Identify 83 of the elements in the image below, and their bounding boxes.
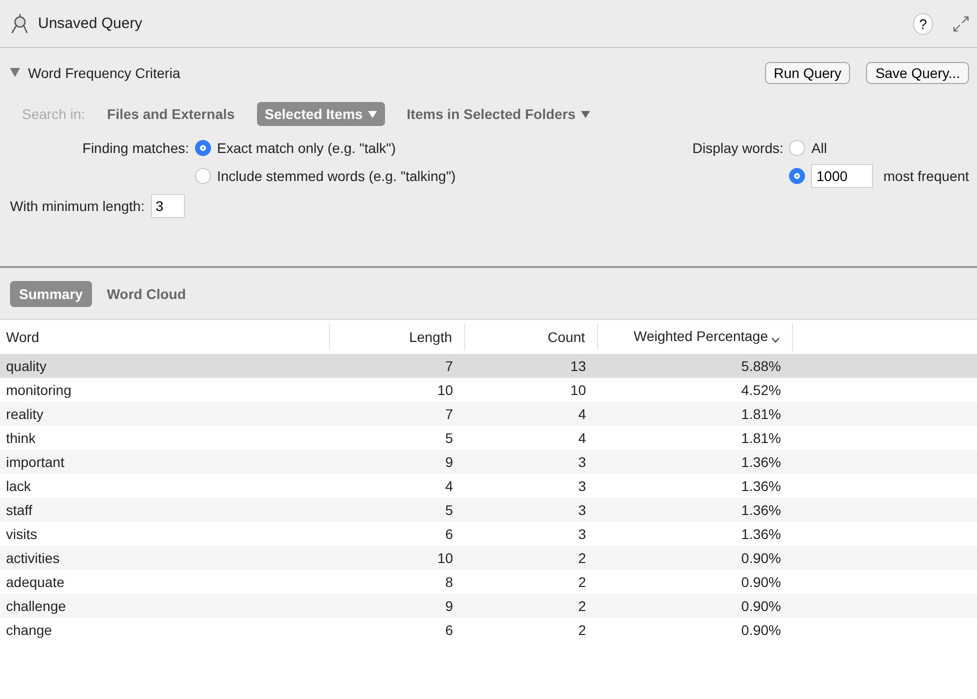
table-row[interactable]: challenge 9 2 0.90% [0,594,977,618]
table-cell-text: 6 [444,526,454,542]
table-cell-text: think [5,430,37,446]
table-cell-text: 3 [577,454,587,470]
table-cell-text: reality [5,406,44,422]
scope-option[interactable]: Items in Selected Folders [398,102,598,126]
count-field[interactable]: 1000 [811,164,874,188]
table-cell-text: 2 [577,598,587,614]
table-cell-text: 0.90% [740,550,782,566]
table-row[interactable]: important 9 3 1.36% [0,450,977,474]
table-cell-text: adequate [5,574,66,590]
option-label: All [811,140,827,156]
column-header[interactable]: Word [0,324,330,350]
table-cell-text: 0.90% [740,574,782,590]
table-cell-text: 4 [577,406,587,422]
query-button[interactable]: Save Query... [866,62,969,84]
table-cell-text: 4 [577,430,587,446]
table-cell-text: visits [5,526,38,542]
table-cell-text: 0.90% [740,598,782,614]
table-cell-text: 10 [436,550,454,566]
view-tab[interactable]: Word Cloud [98,280,195,306]
column-header[interactable]: Length [330,324,465,350]
table-cell-text: 1.36% [740,526,782,542]
field-label: Display words: [691,140,784,156]
table-cell-text: 9 [444,454,454,470]
table-cell-text: 1.36% [740,478,782,494]
table-cell-text: 1.36% [740,454,782,470]
table-cell-text: activities [5,550,61,566]
option-label: most frequent [883,168,969,184]
table-cell-text: 5.88% [740,358,782,374]
table-cell-text: 7 [444,406,454,422]
table-cell-text: 1.36% [740,502,782,518]
table-row[interactable]: activities 10 2 0.90% [0,546,977,570]
column-header[interactable]: Weighted Percentage [598,323,793,351]
table-cell-text: 4 [444,478,454,494]
table-row[interactable]: staff 5 3 1.36% [0,498,977,522]
scope-option[interactable]: Files and Externals [99,102,243,126]
radio-button[interactable] [195,168,211,184]
search-in-label: Search in: [22,106,86,122]
disclosure-triangle[interactable] [10,66,20,80]
table-cell-text: 1.81% [740,430,782,446]
table-cell-text: 4.52% [740,382,782,398]
radio-button[interactable] [789,168,806,184]
table-cell-text: 0.90% [740,622,782,638]
radio-button[interactable] [789,140,806,156]
table-cell-text: 10 [436,382,454,398]
table-cell-text: 3 [577,526,587,542]
field-label: Finding matches: [81,140,190,156]
table-cell-text: quality [5,358,48,374]
table-cell-text: challenge [5,598,67,614]
length-field[interactable]: 3 [150,194,185,218]
window-title: Unsaved Query [38,15,144,32]
expand-icon[interactable] [953,16,969,32]
table-cell-text: 5 [444,430,454,446]
table-cell-text: 5 [444,502,454,518]
section-title: Word Frequency Criteria [28,65,182,81]
table-cell-text: 6 [444,622,454,638]
help-button[interactable]: ? [913,12,933,34]
table-cell-text: monitoring [5,382,72,398]
table-cell-text: lack [5,478,32,494]
table-cell-text: 7 [444,358,454,374]
field-label: With minimum length: [10,198,145,214]
option-label: Include stemmed words (e.g. "talking") [217,168,456,184]
query-icon [10,12,30,34]
table-cell-text: 3 [577,502,587,518]
table-cell-text: 13 [569,358,587,374]
table-cell-text: 2 [577,550,587,566]
table-cell-text: staff [5,502,34,518]
option-label: Exact match only (e.g. "talk") [217,140,396,156]
table-cell-text: change [5,622,53,638]
table-cell-text: 3 [577,478,587,494]
table-cell-text: 9 [444,598,454,614]
table-row[interactable]: reality 7 4 1.81% [0,402,977,426]
column-header[interactable]: Count [465,324,598,350]
table-cell-text: 2 [577,574,587,590]
table-cell-text: 1.81% [740,406,782,422]
table-row[interactable]: quality 7 13 5.88% [0,354,977,378]
query-button[interactable]: Run Query [764,62,850,84]
table-cell-text: 10 [569,382,587,398]
table-cell-text: 8 [444,574,454,590]
radio-button[interactable] [195,140,211,156]
table-cell-text: 2 [577,622,587,638]
table-cell-text: important [5,454,66,470]
